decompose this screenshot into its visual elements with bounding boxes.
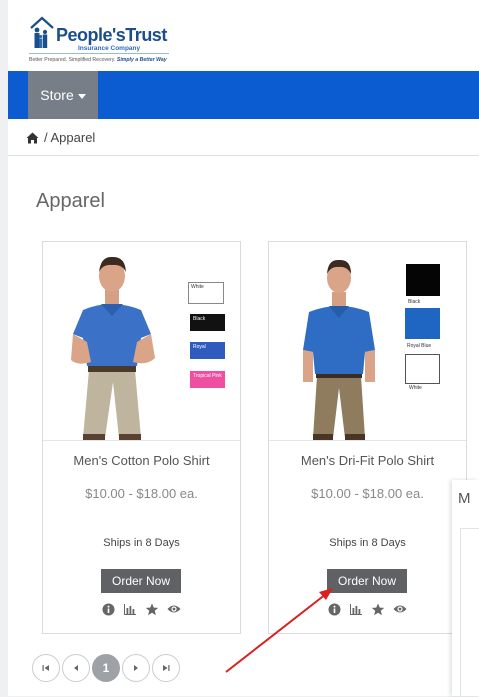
store-menu-button[interactable]: Store [28,71,98,119]
brand-logo[interactable]: People'sTrust Insurance Company Better P… [28,14,188,70]
star-icon[interactable] [371,602,385,616]
swatch-label-tropical-pink: Tropical Pink [193,373,222,379]
product-price: $10.00 - $18.00 ea. [85,486,198,501]
eye-icon[interactable] [167,602,181,616]
previous-page-button[interactable] [62,654,90,682]
brand-name: People'sTrust [56,25,167,45]
page-title: Apparel [36,190,105,212]
ships-info: Ships in 8 Days [103,537,180,549]
star-icon[interactable] [145,602,159,616]
previous-page-icon [74,665,78,671]
info-icon[interactable] [327,602,341,616]
brand-subtitle: Insurance Company [78,45,141,52]
overlapping-side-panel: M [452,480,479,697]
swatch-white[interactable] [405,354,440,384]
swatch-label-black: Black [193,316,206,322]
product-image[interactable]: Black Royal Blue White [269,242,466,441]
info-icon[interactable] [101,602,115,616]
product-actions [101,602,181,616]
product-name[interactable]: Men's Dri-Fit Polo Shirt [269,453,466,468]
tagline-emphasis: Simply a Better Way [116,57,167,63]
side-panel-text: M [458,490,471,507]
caret-down-icon [77,93,86,99]
swatch-black[interactable] [406,264,440,296]
first-page-icon [42,665,49,671]
next-page-button[interactable] [122,654,150,682]
last-page-icon [163,665,170,671]
site-header: People'sTrust Insurance Company Better P… [8,0,479,71]
product-image[interactable]: White Black Royal Tropical Pink [43,242,240,441]
swatch-label-black: Black [408,299,421,305]
ships-info: Ships in 8 Days [329,537,406,549]
product-price: $10.00 - $18.00 ea. [311,486,424,501]
store-menu-label: Store [40,87,74,103]
product-actions [327,602,407,616]
next-page-icon [134,665,138,671]
pagination: 1 [32,654,180,684]
model-in-polo-image [71,256,155,440]
swatch-royal-blue[interactable] [405,308,440,339]
logo-divider [29,53,169,54]
last-page-button[interactable] [152,654,180,682]
bar-chart-icon[interactable] [349,602,363,616]
bar-chart-icon[interactable] [123,602,137,616]
main-navbar: Store [8,71,479,119]
swatch-label-royal: Royal [193,344,206,350]
brand-tagline: Better Prepared. Simplified Recovery. Si… [29,57,167,63]
side-panel-content [460,528,479,697]
eye-icon[interactable] [393,602,407,616]
order-now-button[interactable]: Order Now [327,569,407,593]
product-name[interactable]: Men's Cotton Polo Shirt [43,453,240,468]
store-page: People'sTrust Insurance Company Better P… [8,0,479,696]
order-now-button[interactable]: Order Now [101,569,181,593]
swatch-label-white: White [409,385,422,391]
tagline-lead: Better Prepared. Simplified Recovery. [29,57,116,63]
product-card-cotton-polo: White Black Royal Tropical Pink Men's Co… [42,241,241,634]
swatch-label-white: White [191,284,204,290]
swatch-label-royal-blue: Royal Blue [407,343,432,349]
product-card-dri-fit-polo: Black Royal Blue White Men's Dri-Fit Pol… [268,241,467,634]
page-1-button[interactable]: 1 [92,654,120,682]
home-icon[interactable] [26,132,39,144]
family-house-icon [30,16,54,48]
breadcrumb: / Apparel [8,120,479,156]
breadcrumb-current: / Apparel [44,130,96,145]
first-page-button[interactable] [32,654,60,682]
